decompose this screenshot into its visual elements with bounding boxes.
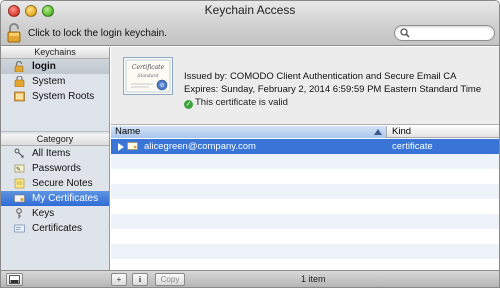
certificate-icon: Certificate Standard [123,57,173,95]
category-section: Category All Items ✎ Passwords Secure No… [1,134,109,236]
certificate-graphic-title: Certificate [132,64,165,71]
sidebar-item-label: login [32,61,56,72]
keychain-open-icon [14,61,24,72]
checkmark-icon: ✓ [184,100,193,109]
svg-text:✎: ✎ [16,166,21,173]
kind-column-header[interactable]: Kind [392,126,411,138]
all-items-icon [14,148,24,158]
items-table: alicegreen@company.com certificate [111,139,499,274]
get-info-button[interactable]: i [132,273,148,286]
validity-text: This certificate is valid [195,97,288,108]
table-row[interactable]: alicegreen@company.com certificate [111,139,499,154]
sidebar-item-system-roots[interactable]: System Roots [1,89,109,104]
keychain-icon [14,91,25,102]
issued-by-text: Issued by: COMODO Client Authentication … [184,71,457,82]
sidebar-toggle-icon [9,275,20,284]
keychain-icon [14,76,25,87]
row-name: alicegreen@company.com [144,141,256,152]
keychain-access-window: Keychain Access Click to lock the login … [0,0,500,288]
keychains-header: Keychains [1,47,109,59]
certificate-detail-panel: Certificate Standard Issued by: COMODO C… [111,47,499,125]
disclosure-triangle-icon[interactable] [118,143,124,151]
sidebar-item-passwords[interactable]: ✎ Passwords [1,161,109,176]
empty-row [111,244,499,259]
category-header: Category [1,134,109,146]
sidebar-item-system[interactable]: System [1,74,109,89]
search-icon [400,28,410,38]
toggle-sidebar-button[interactable] [6,273,23,286]
certificate-graphic-subtitle: Standard [137,73,158,79]
sidebar-item-label: All Items [32,148,71,159]
row-kind: certificate [392,141,433,152]
certificates-icon [14,224,25,233]
sidebar-item-label: Secure Notes [32,178,93,189]
sidebar-divider [1,131,109,132]
passwords-icon: ✎ [14,164,25,173]
search-field[interactable] [394,25,495,41]
sidebar-item-label: Certificates [32,223,83,234]
sidebar-item-label: Keys [32,208,55,219]
sidebar-item-label: System Roots [32,91,95,102]
empty-row [111,154,499,169]
expires-text: Expires: Sunday, February 2, 2014 6:59:5… [184,84,482,95]
unlocked-padlock-icon[interactable] [7,23,23,43]
sidebar: Keychains login System System Roots Cate… [1,47,110,270]
validity-status: ✓ This certificate is valid [184,97,288,109]
sidebar-item-label: Passwords [32,163,81,174]
name-column-label: Name [115,126,141,137]
sidebar-item-label: My Certificates [32,193,99,204]
item-count: 1 item [301,274,326,284]
copy-button[interactable]: Copy [155,273,185,286]
add-item-button[interactable]: + [111,273,127,286]
sidebar-item-my-certificates[interactable]: My Certificates [1,191,109,206]
sidebar-item-secure-notes[interactable]: Secure Notes [1,176,109,191]
search-input[interactable] [412,27,490,39]
empty-row [111,184,499,199]
certificate-small-icon [127,142,138,150]
bottom-bar: + i Copy 1 item [1,270,499,287]
lock-keychain-text[interactable]: Click to lock the login keychain. [28,28,167,39]
empty-row [111,199,499,214]
sidebar-item-all-items[interactable]: All Items [1,146,109,161]
sidebar-item-keys[interactable]: Keys [1,206,109,221]
window-title: Keychain Access [204,3,296,17]
toolbar: Keychain Access Click to lock the login … [1,1,499,46]
content-pane: Certificate Standard Issued by: COMODO C… [111,47,499,270]
table-header: Name Kind [111,126,499,138]
empty-row [111,169,499,184]
empty-row [111,214,499,229]
sidebar-item-login[interactable]: login [1,59,109,74]
empty-row [111,229,499,244]
sidebar-item-label: System [32,76,66,87]
name-column-header[interactable]: Name [111,126,387,138]
secure-notes-icon [14,178,25,189]
sort-ascending-icon [374,129,382,135]
my-certificates-icon [14,194,25,203]
keys-icon [16,208,22,219]
sidebar-item-certificates[interactable]: Certificates [1,221,109,236]
